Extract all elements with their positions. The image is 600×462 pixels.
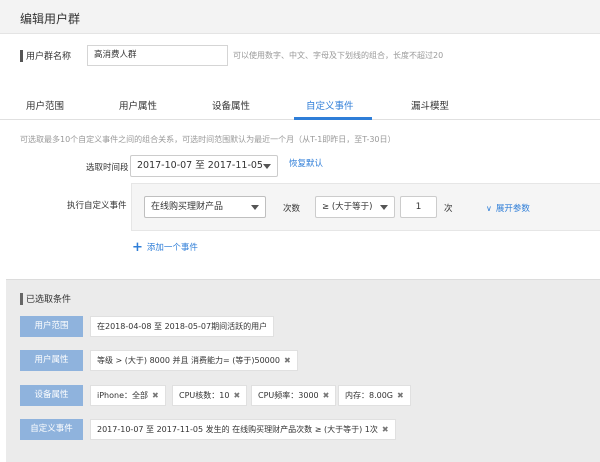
section-marker bbox=[20, 293, 23, 305]
count-input[interactable]: 1 bbox=[400, 196, 437, 218]
date-range-label: 选取时间段 bbox=[86, 163, 129, 173]
tab-funnel-model[interactable]: 漏斗模型 bbox=[411, 98, 449, 112]
condition-chip-text: 等级 > (大于) 8000 并且 消费能力= (等于)50000 bbox=[97, 356, 280, 365]
close-icon[interactable]: ✖ bbox=[284, 356, 291, 365]
condition-chip: 内存：8.00G ✖ bbox=[338, 385, 411, 406]
condition-chip-text: CPU核数：10 bbox=[179, 391, 230, 400]
date-range-select[interactable]: 2017-10-07 至 2017-11-05 bbox=[130, 155, 278, 177]
tab-user-attributes[interactable]: 用户属性 bbox=[119, 98, 157, 112]
selected-conditions-panel: 已选取条件 用户范围 在2018-04-08 至 2018-05-07期间活跃的… bbox=[6, 279, 600, 462]
condition-chip: CPU频率：3000 ✖ bbox=[251, 385, 337, 406]
expand-params-link[interactable]: ∨ 展开参数 bbox=[486, 202, 530, 214]
group-name-label: 用户群名称 bbox=[26, 52, 72, 62]
active-tab-indicator bbox=[294, 117, 372, 120]
group-name-row: 用户群名称 高消费人群 可以使用数字、中文、字母及下划线的组合，长度不超过20 bbox=[0, 36, 600, 76]
add-event-label: 添加一个事件 bbox=[146, 243, 198, 253]
operator-select-value: ≥ (大于等于) bbox=[322, 202, 373, 212]
custom-event-label: 执行自定义事件 bbox=[67, 201, 127, 211]
expand-params-label: 展开参数 bbox=[495, 204, 530, 214]
reset-default-link[interactable]: 恢复默认 bbox=[289, 157, 323, 169]
condition-chip: iPhone：全部 ✖ bbox=[90, 385, 166, 406]
condition-chip: 2017-10-07 至 2017-11-05 发生的 在线购买理财产品次数 ≥… bbox=[90, 419, 396, 440]
custom-event-info: 可选取最多10个自定义事件之间的组合关系，可选时间范围默认为最近一个月（从T-1… bbox=[20, 135, 396, 144]
tab-device-attributes[interactable]: 设备属性 bbox=[212, 98, 250, 112]
group-name-input[interactable]: 高消费人群 bbox=[87, 45, 228, 66]
title-bar: 编辑用户群 bbox=[0, 0, 600, 34]
close-icon[interactable]: ✖ bbox=[382, 425, 389, 434]
add-event-button[interactable]: + 添加一个事件 bbox=[132, 240, 198, 255]
condition-chip-text: iPhone：全部 bbox=[97, 391, 149, 400]
condition-chip: 等级 > (大于) 8000 并且 消费能力= (等于)50000 ✖ bbox=[90, 350, 298, 371]
close-icon[interactable]: ✖ bbox=[323, 391, 330, 400]
condition-chip-text: 在2018-04-08 至 2018-05-07期间活跃的用户 bbox=[97, 322, 268, 331]
page-title: 编辑用户群 bbox=[20, 12, 81, 26]
chevron-down-icon bbox=[263, 164, 271, 169]
date-range-value: 2017-10-07 至 2017-11-05 bbox=[137, 160, 263, 171]
close-icon[interactable]: ✖ bbox=[397, 391, 404, 400]
tab-custom-events[interactable]: 自定义事件 bbox=[306, 98, 354, 112]
condition-chip-text: 2017-10-07 至 2017-11-05 发生的 在线购买理财产品次数 ≥… bbox=[97, 425, 378, 434]
chevron-down-icon bbox=[251, 205, 259, 210]
count-unit: 次 bbox=[444, 204, 453, 214]
condition-chip-text: CPU频率：3000 bbox=[258, 391, 319, 400]
selected-conditions-title: 已选取条件 bbox=[26, 295, 72, 305]
count-label: 次数 bbox=[283, 204, 301, 214]
group-name-hint: 可以使用数字、中文、字母及下划线的组合，长度不超过20 bbox=[233, 51, 444, 60]
close-icon[interactable]: ✖ bbox=[152, 391, 159, 400]
condition-chip-text: 内存：8.00G bbox=[345, 391, 394, 400]
operator-select[interactable]: ≥ (大于等于) bbox=[315, 196, 395, 218]
event-select[interactable]: 在线购买理财产品 bbox=[144, 196, 266, 218]
condition-label-device-attributes: 设备属性 bbox=[20, 385, 83, 406]
condition-label-user-range: 用户范围 bbox=[20, 316, 83, 337]
plus-icon: + bbox=[132, 240, 143, 255]
chevron-down-icon bbox=[380, 205, 388, 210]
condition-label-custom-events: 自定义事件 bbox=[20, 419, 83, 440]
chevron-down-icon: ∨ bbox=[486, 204, 492, 213]
tab-bar: 用户范围 用户属性 设备属性 自定义事件 漏斗模型 bbox=[0, 88, 600, 120]
section-marker bbox=[20, 50, 23, 62]
event-select-value: 在线购买理财产品 bbox=[151, 202, 224, 212]
tab-user-range[interactable]: 用户范围 bbox=[26, 98, 64, 112]
condition-label-user-attributes: 用户属性 bbox=[20, 350, 83, 371]
condition-chip: 在2018-04-08 至 2018-05-07期间活跃的用户 bbox=[90, 316, 275, 337]
condition-chip: CPU核数：10 ✖ bbox=[172, 385, 248, 406]
close-icon[interactable]: ✖ bbox=[233, 391, 240, 400]
